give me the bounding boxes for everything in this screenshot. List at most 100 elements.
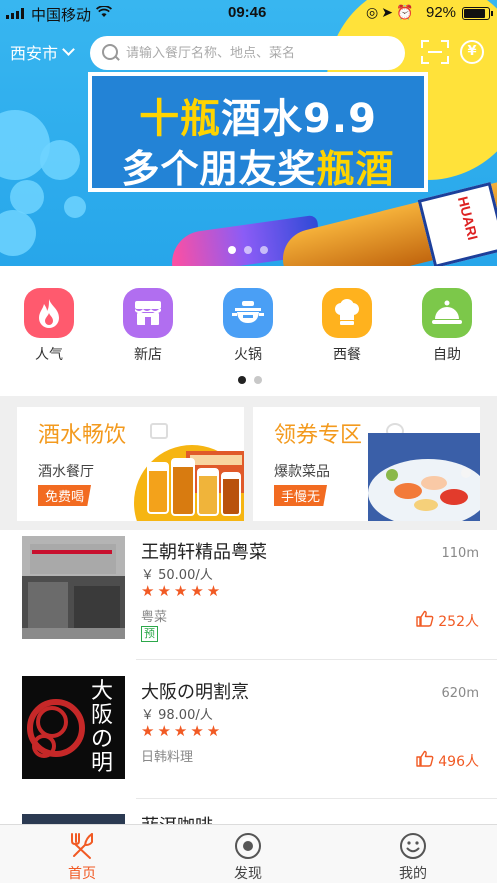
smile-face-icon — [398, 831, 428, 861]
category-buffet[interactable]: 自助 — [417, 288, 477, 364]
search-input[interactable] — [126, 45, 396, 61]
city-label: 西安市 — [10, 44, 59, 63]
cloche-icon — [422, 288, 472, 338]
banner-decor-circle — [64, 196, 86, 218]
tab-home[interactable]: 首页 — [42, 831, 122, 883]
list-divider — [136, 659, 497, 660]
like-count[interactable]: 496人 — [416, 750, 479, 771]
status-bar: 中国移动 09:46 ◎➤⏰ 92% — [0, 0, 497, 26]
category-page-dot — [254, 376, 262, 384]
promo-badge: 手慢无 — [274, 485, 328, 506]
banner-pagination — [228, 246, 268, 254]
promo-card-coupons[interactable]: 领券专区 爆款菜品 手慢无 — [253, 407, 480, 521]
restaurant-photo — [22, 536, 125, 639]
restaurant-item[interactable]: 菲洱咖啡 — [0, 808, 497, 824]
battery-icon — [462, 7, 493, 20]
rating-stars: ★★★★★ — [141, 722, 224, 740]
banner-page-dot — [228, 246, 236, 254]
banner-page-dot — [260, 246, 268, 254]
restaurant-item[interactable]: 大阪の明 大阪の明割烹 620m ￥ 98.00/人 ★★★★★ 日韩料理 49… — [0, 670, 497, 808]
banner-line2-highlight: 瓶酒 — [316, 147, 395, 191]
beer-glasses-image — [132, 433, 244, 521]
category-label: 新店 — [134, 347, 162, 363]
restaurant-price: ￥ 50.00/人 — [141, 568, 213, 583]
like-count-text: 496人 — [438, 753, 479, 770]
chevron-down-icon — [62, 43, 75, 56]
discover-icon — [233, 831, 263, 861]
promo-badge: 免费喝 — [38, 485, 92, 506]
bottle-label-text: HUARI — [454, 194, 482, 242]
tab-discover[interactable]: 发现 — [208, 831, 288, 883]
category-pagination — [238, 376, 262, 384]
promo-card-drinks[interactable]: 酒水畅饮 酒水餐厅 免费喝 — [17, 407, 244, 521]
location-icon: ➤ — [381, 4, 396, 20]
restaurant-distance: 110m — [441, 546, 479, 561]
tab-label: 发现 — [234, 866, 262, 882]
promo-title: 领券专区 — [274, 423, 363, 448]
restaurant-logo-text: 大阪の明 — [91, 679, 114, 776]
banner-decor-circle — [10, 180, 44, 214]
thumbs-up-icon — [416, 610, 434, 631]
category-label: 人气 — [35, 347, 63, 363]
banner-page-dot — [244, 246, 252, 254]
restaurant-price: ￥ 98.00/人 — [141, 708, 213, 723]
banner-decor-circle — [0, 210, 36, 256]
category-label: 西餐 — [333, 347, 361, 363]
sushi-platter-image — [368, 433, 480, 521]
battery-percentage: 92% — [426, 4, 457, 21]
banner-headline-line1: 十瓶酒水9.9 — [92, 86, 424, 144]
wifi-icon — [95, 5, 113, 21]
restaurant-cuisine: 日韩料理 — [141, 750, 194, 765]
status-icons: ◎➤⏰ — [366, 4, 416, 21]
restaurant-logo: 大阪の明 — [22, 676, 125, 779]
cellular-signal-icon — [6, 8, 24, 19]
restaurant-item[interactable]: 王朝轩精品粤菜 110m ￥ 50.00/人 ★★★★★ 粤菜 预 252人 — [0, 530, 497, 668]
promo-title: 酒水畅饮 — [38, 423, 127, 448]
banner-line1-highlight: 十瓶 — [139, 96, 222, 142]
restaurant-name: 王朝轩精品粤菜 — [141, 542, 267, 563]
search-bar[interactable] — [90, 36, 405, 70]
list-divider — [136, 798, 497, 799]
coupon-yuan-icon[interactable]: ¥ — [460, 40, 484, 64]
restaurant-photo — [22, 814, 125, 824]
category-hotpot[interactable]: 火锅 — [218, 288, 278, 364]
restaurant-distance: 620m — [441, 686, 479, 701]
banner-line1-text: 酒水9.9 — [221, 96, 377, 142]
category-label: 火锅 — [234, 347, 262, 363]
banner-decor-circle — [40, 140, 80, 180]
hotpot-icon — [223, 288, 273, 338]
thumbs-up-icon — [416, 750, 434, 771]
like-count[interactable]: 252人 — [416, 610, 479, 631]
tab-label: 首页 — [68, 866, 96, 882]
carrier-name: 中国移动 — [31, 7, 92, 24]
fire-icon — [24, 288, 74, 338]
alarm-icon: ⏰ — [395, 4, 417, 20]
food-fork-knife-icon — [67, 831, 97, 861]
category-new-store[interactable]: 新店 — [118, 288, 178, 364]
category-western[interactable]: 西餐 — [317, 288, 377, 364]
promo-subtitle: 爆款菜品 — [274, 464, 330, 480]
tab-mine[interactable]: 我的 — [373, 831, 453, 883]
promo-subtitle: 酒水餐厅 — [38, 464, 94, 480]
restaurant-name: 菲洱咖啡 — [141, 812, 213, 824]
banner-headline-board: 十瓶酒水9.9 多个朋友奖瓶酒 — [88, 72, 428, 192]
shop-icon — [123, 288, 173, 338]
restaurant-cuisine: 粤菜 — [141, 610, 168, 625]
lock-rotation-icon: ◎ — [366, 4, 382, 20]
category-page-dot — [238, 376, 246, 384]
category-label: 自助 — [433, 347, 461, 363]
tab-label: 我的 — [399, 866, 427, 882]
status-time: 09:46 — [228, 4, 267, 21]
search-icon — [102, 44, 120, 62]
banner-line2-text: 多个朋友奖 — [121, 147, 317, 191]
chef-hat-icon — [322, 288, 372, 338]
banner-headline-line2: 多个朋友奖瓶酒 — [92, 138, 424, 193]
city-selector[interactable]: 西安市 — [10, 40, 75, 64]
restaurant-name: 大阪の明割烹 — [141, 682, 249, 703]
like-count-text: 252人 — [438, 613, 479, 630]
category-hot[interactable]: 人气 — [19, 288, 79, 364]
rating-stars: ★★★★★ — [141, 582, 224, 600]
scan-icon[interactable] — [421, 40, 449, 64]
tab-bar: 首页 发现 我的 — [0, 824, 497, 883]
category-grid: 人气 新店 火锅 西餐 自助 — [0, 266, 497, 396]
